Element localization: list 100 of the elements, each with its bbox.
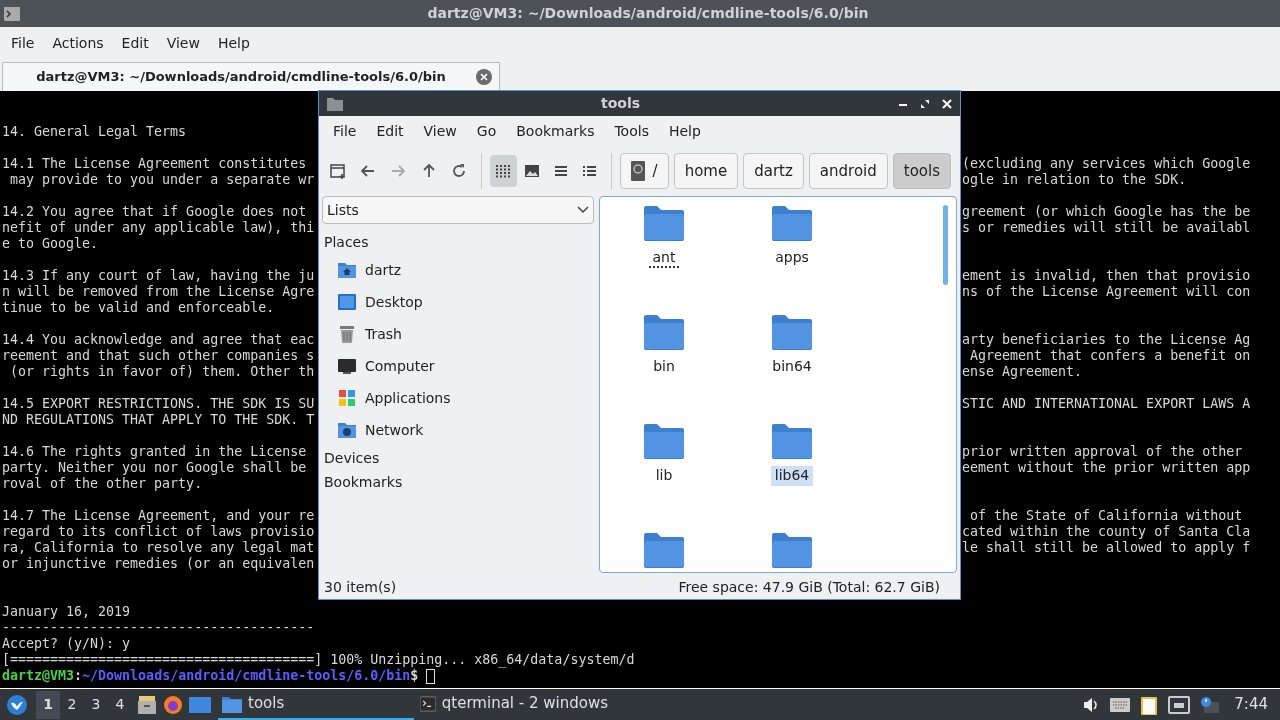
section-heading: Devices bbox=[323, 449, 381, 468]
task-button[interactable]: qterminal - 2 windows bbox=[416, 689, 612, 720]
free-space: Free space: 47.9 GiB (Total: 62.7 GiB) bbox=[678, 577, 940, 597]
terminal-line: 14.6 The rights granted in the License bbox=[2, 444, 307, 460]
prompt-user: dartz@VM3 bbox=[2, 668, 75, 684]
workspace-button[interactable]: 2 bbox=[60, 690, 84, 719]
terminal-line: January 16, 2019 bbox=[2, 604, 131, 620]
clipboard-icon[interactable] bbox=[1140, 694, 1159, 715]
path-button[interactable]: home bbox=[673, 153, 739, 189]
menu-item[interactable]: Actions bbox=[43, 33, 113, 54]
terminal-icon bbox=[4, 6, 20, 21]
scrollbar[interactable] bbox=[943, 205, 948, 285]
monitor-icon bbox=[337, 356, 357, 376]
place-item[interactable]: Computer bbox=[322, 350, 594, 382]
terminal-line: 14.2 You agree that if Google does not bbox=[2, 204, 307, 220]
folder-icon bbox=[771, 423, 813, 460]
chevron-down-icon bbox=[577, 206, 589, 214]
view-mode-button[interactable] bbox=[489, 155, 517, 187]
menu-item[interactable]: Edit bbox=[366, 120, 414, 142]
file-name[interactable]: lib64 bbox=[770, 466, 814, 487]
menu-item[interactable]: File bbox=[2, 33, 44, 54]
image-icon bbox=[523, 162, 541, 180]
applications-icon bbox=[337, 388, 357, 408]
terminal-tab[interactable]: dartz@VM3: ~/Downloads/android/cmdline-tools/6.0/bin bbox=[2, 62, 500, 91]
place-item[interactable]: dartz bbox=[322, 254, 594, 286]
terminal-line: 14.3 If any court of law, having the ju bbox=[2, 268, 315, 284]
menu-item[interactable]: Edit bbox=[112, 33, 158, 54]
menu-item[interactable]: View bbox=[157, 33, 209, 54]
place-item[interactable]: Network bbox=[322, 414, 594, 446]
network-icon[interactable] bbox=[1168, 695, 1191, 714]
menu-item[interactable]: Help bbox=[658, 120, 711, 142]
workspace-button[interactable]: 3 bbox=[84, 690, 108, 719]
drive-icon bbox=[630, 161, 645, 181]
close-icon[interactable] bbox=[476, 69, 492, 85]
terminal-line: or injunctive remedies (or an equivalen bbox=[2, 556, 315, 572]
notification-icon[interactable] bbox=[1200, 695, 1221, 714]
section-heading: Places bbox=[323, 233, 370, 252]
prompt-path: ~/Downloads/android/cmdline-tools/6.0/bin bbox=[82, 668, 411, 684]
item-count: 30 item(s) bbox=[324, 577, 397, 597]
browser-icon[interactable] bbox=[162, 693, 184, 716]
terminal-line: 14.7 The License Agreement, and your re bbox=[2, 508, 315, 524]
folder-icon bbox=[643, 423, 685, 460]
prompt-symbol: $ bbox=[410, 668, 419, 684]
path-button[interactable]: tools bbox=[892, 153, 951, 189]
path-button[interactable]: / bbox=[619, 153, 669, 189]
terminal-line: prior written approval of the other bbox=[962, 444, 1243, 460]
keyboard-icon[interactable] bbox=[1110, 697, 1131, 712]
terminal-line: ns of the License Agreement will con bbox=[962, 284, 1251, 300]
terminal-line: nefit of under any applicable law), thi bbox=[2, 220, 315, 236]
menu-item[interactable]: Go bbox=[466, 120, 507, 142]
terminal-line: 14.1 The License Agreement constitutes bbox=[2, 156, 307, 172]
task-button[interactable]: tools bbox=[218, 689, 414, 720]
terminal-line: --------------------------------------- bbox=[2, 620, 315, 636]
menu-item[interactable]: View bbox=[413, 120, 467, 142]
terminal-line: reement and that such other companies s bbox=[2, 348, 315, 364]
workspace-button[interactable]: 1 bbox=[36, 690, 60, 719]
file-cabinet-icon[interactable] bbox=[136, 693, 158, 716]
start-menu-icon[interactable] bbox=[6, 693, 28, 716]
terminal-line: ense Agreement. bbox=[962, 364, 1083, 380]
place-item[interactable]: Trash bbox=[322, 318, 594, 350]
terminal-line: Agreement that confers a benefit on bbox=[969, 348, 1251, 364]
terminal-line: [======================================] 100% Unzipping... x86_64/data/system/d bbox=[2, 652, 635, 668]
terminal-icon bbox=[420, 694, 436, 713]
terminal-line: le shall still be allowed to apply f bbox=[962, 540, 1251, 556]
terminal-line: tinue to be valid and enforceable. bbox=[2, 300, 275, 316]
terminal-line: n will be removed from the License Agre bbox=[2, 284, 315, 300]
menu-item[interactable]: Bookmarks bbox=[506, 120, 605, 142]
folder-icon bbox=[222, 694, 242, 713]
terminal-line: may provide to you under a separate wr bbox=[9, 172, 315, 188]
clock[interactable]: 7:44 bbox=[1234, 693, 1268, 716]
menu-item[interactable]: File bbox=[323, 120, 367, 142]
home-folder-icon bbox=[337, 260, 357, 280]
path-button[interactable]: dartz bbox=[743, 153, 804, 189]
terminal-line: ra, California to resolve any legal mat bbox=[2, 540, 315, 556]
close-icon[interactable] bbox=[942, 98, 952, 109]
terminal-line: ogle in relation to the SDK. bbox=[962, 172, 1187, 188]
terminal-line: Accept? (y/N): y bbox=[2, 636, 131, 652]
terminal-line: (excluding any services which Google bbox=[962, 156, 1251, 172]
terminal-line: e to Google. bbox=[2, 236, 99, 252]
folder-icon bbox=[643, 205, 685, 242]
terminal-line: 14.4 You acknowledge and agree that eac bbox=[2, 332, 315, 348]
window-title: tools bbox=[599, 94, 642, 113]
terminal-line: of the State of California without bbox=[969, 508, 1243, 524]
menu-item[interactable]: Help bbox=[208, 33, 259, 54]
terminal-line: arty beneficiaries to the License Ag bbox=[962, 332, 1251, 348]
place-item[interactable]: Desktop bbox=[322, 286, 594, 318]
prompt-separator: : bbox=[74, 668, 83, 684]
terminal-line: ement is invalid, then that provisio bbox=[962, 268, 1251, 284]
terminal-line: party. Neither you nor Google shall be bbox=[2, 460, 307, 476]
path-button[interactable]: android bbox=[808, 153, 888, 189]
workspace-button[interactable]: 4 bbox=[108, 690, 132, 719]
menu-item[interactable]: Tools bbox=[604, 120, 659, 142]
window-title: dartz@VM3: ~/Downloads/android/cmdline-tools/6.0/bin bbox=[426, 4, 870, 23]
terminal-line: 14. General Legal Terms bbox=[2, 124, 187, 140]
maximize-icon[interactable] bbox=[920, 98, 930, 109]
terminal-line: s or remedies will still be availabl bbox=[962, 220, 1251, 236]
side-pane-dropdown[interactable]: Lists bbox=[322, 196, 594, 224]
folder-icon bbox=[643, 314, 685, 351]
place-item[interactable]: Applications bbox=[322, 382, 594, 414]
section-heading: Bookmarks bbox=[323, 473, 404, 492]
